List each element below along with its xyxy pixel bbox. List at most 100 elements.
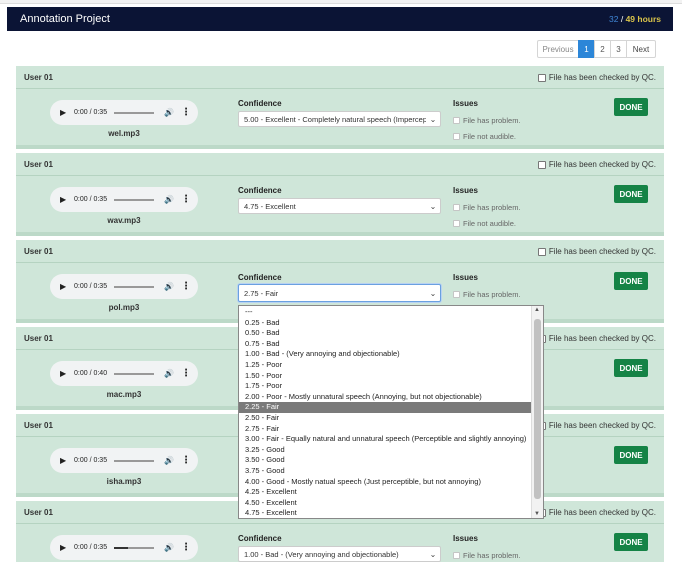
audio-progress-track[interactable]	[114, 285, 154, 288]
dropdown-option[interactable]: 1.75 - Poor	[239, 381, 531, 392]
audio-player[interactable]: ▶ 0:00 / 0:35 🔊 ⋮	[50, 448, 198, 473]
done-button[interactable]: DONE	[614, 185, 648, 203]
audio-player[interactable]: ▶ 0:00 / 0:40 🔊 ⋮	[50, 361, 198, 386]
confidence-select[interactable]: 2.75 - Fair ⌄	[238, 284, 441, 302]
chevron-down-icon: ⌄	[429, 114, 437, 124]
dropdown-option[interactable]: 2.75 - Fair	[239, 424, 531, 435]
qc-checkbox[interactable]: File has been checked by QC.	[537, 247, 656, 256]
file-problem-checkbox[interactable]: File has problem.	[453, 116, 521, 125]
dropdown-option[interactable]: 1.25 - Poor	[239, 360, 531, 371]
page-2-button[interactable]: 2	[594, 40, 611, 58]
dropdown-option[interactable]: 4.75 - Excellent	[239, 508, 531, 518]
done-button[interactable]: DONE	[614, 98, 648, 116]
dropdown-option[interactable]: 4.50 - Excellent	[239, 498, 531, 509]
dropdown-option[interactable]: 2.00 - Poor - Mostly unnatural speech (A…	[239, 392, 531, 403]
audio-progress-track[interactable]	[114, 372, 154, 375]
audio-progress-track[interactable]	[114, 111, 154, 114]
play-icon[interactable]: ▶	[60, 108, 70, 117]
dropdown-option[interactable]: 1.00 - Bad - (Very annoying and objectio…	[239, 349, 531, 360]
done-button[interactable]: DONE	[614, 272, 648, 290]
volume-icon[interactable]: 🔊	[164, 282, 174, 291]
page-1-button[interactable]: 1	[578, 40, 595, 58]
audio-player[interactable]: ▶ 0:00 / 0:35 🔊 ⋮	[50, 535, 198, 560]
dropdown-option[interactable]: 0.75 - Bad	[239, 339, 531, 350]
dropdown-option[interactable]: 3.00 - Fair - Equally natural and unnatu…	[239, 434, 531, 445]
checkbox-box[interactable]	[537, 73, 546, 82]
file-not-audible-checkbox[interactable]: File not audible.	[453, 132, 516, 141]
confidence-label: Confidence	[238, 186, 282, 195]
checkbox-box[interactable]	[537, 247, 546, 256]
file-not-audible-checkbox[interactable]: File not audible.	[453, 219, 516, 228]
qc-checkbox[interactable]: File has been checked by QC.	[537, 334, 656, 343]
confidence-select[interactable]: 1.00 - Bad - (Very annoying and objectio…	[238, 546, 441, 562]
checkbox-box[interactable]	[453, 133, 460, 140]
chevron-down-icon: ⌄	[429, 549, 437, 559]
confidence-select[interactable]: 5.00 - Excellent - Completely natural sp…	[238, 111, 441, 127]
file-problem-label: File has problem.	[463, 116, 521, 125]
more-options-icon[interactable]: ⋮	[181, 368, 191, 379]
confidence-dropdown-list[interactable]: ▲ ▼ --- 0.25 - Bad 0.50 - Bad 0.75 - Bad 1.0…	[238, 305, 544, 519]
dropdown-option[interactable]: 0.50 - Bad	[239, 328, 531, 339]
more-options-icon[interactable]: ⋮	[181, 542, 191, 553]
audio-progress-track[interactable]	[114, 198, 154, 201]
scroll-up-icon[interactable]: ▲	[534, 307, 540, 313]
volume-icon[interactable]: 🔊	[164, 543, 174, 552]
play-icon[interactable]: ▶	[60, 456, 70, 465]
done-button[interactable]: DONE	[614, 446, 648, 464]
more-options-icon[interactable]: ⋮	[181, 281, 191, 292]
checkbox-box[interactable]	[453, 291, 460, 298]
checkbox-box[interactable]	[453, 204, 460, 211]
next-page-button[interactable]: Next	[626, 40, 656, 58]
checkbox-box[interactable]	[537, 160, 546, 169]
qc-checkbox[interactable]: File has been checked by QC.	[537, 73, 656, 82]
play-icon[interactable]: ▶	[60, 282, 70, 291]
audio-progress-track[interactable]	[114, 459, 154, 462]
done-button[interactable]: DONE	[614, 533, 648, 551]
dropdown-option[interactable]: 0.25 - Bad	[239, 318, 531, 329]
play-icon[interactable]: ▶	[60, 543, 70, 552]
qc-checkbox[interactable]: File has been checked by QC.	[537, 160, 656, 169]
more-options-icon[interactable]: ⋮	[181, 194, 191, 205]
previous-page-button[interactable]: Previous	[537, 40, 579, 58]
dropdown-option[interactable]: 4.25 - Excellent	[239, 487, 531, 498]
checkbox-box[interactable]	[453, 552, 460, 559]
dropdown-option[interactable]: 3.75 - Good	[239, 466, 531, 477]
audio-player[interactable]: ▶ 0:00 / 0:35 🔊 ⋮	[50, 274, 198, 299]
done-button[interactable]: DONE	[614, 359, 648, 377]
file-problem-label: File has problem.	[463, 290, 521, 299]
page-3-button[interactable]: 3	[610, 40, 627, 58]
scroll-down-icon[interactable]: ▼	[534, 511, 540, 517]
play-icon[interactable]: ▶	[60, 369, 70, 378]
qc-label: File has been checked by QC.	[548, 334, 656, 343]
dropdown-option[interactable]: ---	[239, 307, 531, 318]
volume-icon[interactable]: 🔊	[164, 108, 174, 117]
audio-player[interactable]: ▶ 0:00 / 0:35 🔊 ⋮	[50, 187, 198, 212]
audio-time: 0:00 / 0:35	[74, 283, 108, 290]
qc-checkbox[interactable]: File has been checked by QC.	[537, 508, 656, 517]
dropdown-option[interactable]: 2.50 - Fair	[239, 413, 531, 424]
file-problem-checkbox[interactable]: File has problem.	[453, 203, 521, 212]
dropdown-option[interactable]: 4.00 - Good - Mostly natual speech (Just…	[239, 477, 531, 488]
scrollbar-thumb[interactable]	[534, 319, 541, 499]
volume-icon[interactable]: 🔊	[164, 456, 174, 465]
audio-player[interactable]: ▶ 0:00 / 0:35 🔊 ⋮	[50, 100, 198, 125]
dropdown-option[interactable]: 2.25 - Fair	[239, 402, 531, 413]
file-problem-checkbox[interactable]: File has problem.	[453, 290, 521, 299]
more-options-icon[interactable]: ⋮	[181, 107, 191, 118]
audio-time: 0:00 / 0:35	[74, 457, 108, 464]
file-problem-checkbox[interactable]: File has problem.	[453, 551, 521, 560]
more-options-icon[interactable]: ⋮	[181, 455, 191, 466]
confidence-select[interactable]: 4.75 - Excellent ⌄	[238, 198, 441, 214]
volume-icon[interactable]: 🔊	[164, 369, 174, 378]
checkbox-box[interactable]	[453, 117, 460, 124]
dropdown-option[interactable]: 3.50 - Good	[239, 455, 531, 466]
dropdown-option[interactable]: 3.25 - Good	[239, 445, 531, 456]
card-user: User 01	[24, 160, 53, 169]
volume-icon[interactable]: 🔊	[164, 195, 174, 204]
dropdown-option[interactable]: 1.50 - Poor	[239, 371, 531, 382]
qc-checkbox[interactable]: File has been checked by QC.	[537, 421, 656, 430]
dropdown-scrollbar[interactable]: ▲ ▼	[531, 306, 543, 518]
play-icon[interactable]: ▶	[60, 195, 70, 204]
audio-progress-track[interactable]	[114, 546, 154, 549]
checkbox-box[interactable]	[453, 220, 460, 227]
